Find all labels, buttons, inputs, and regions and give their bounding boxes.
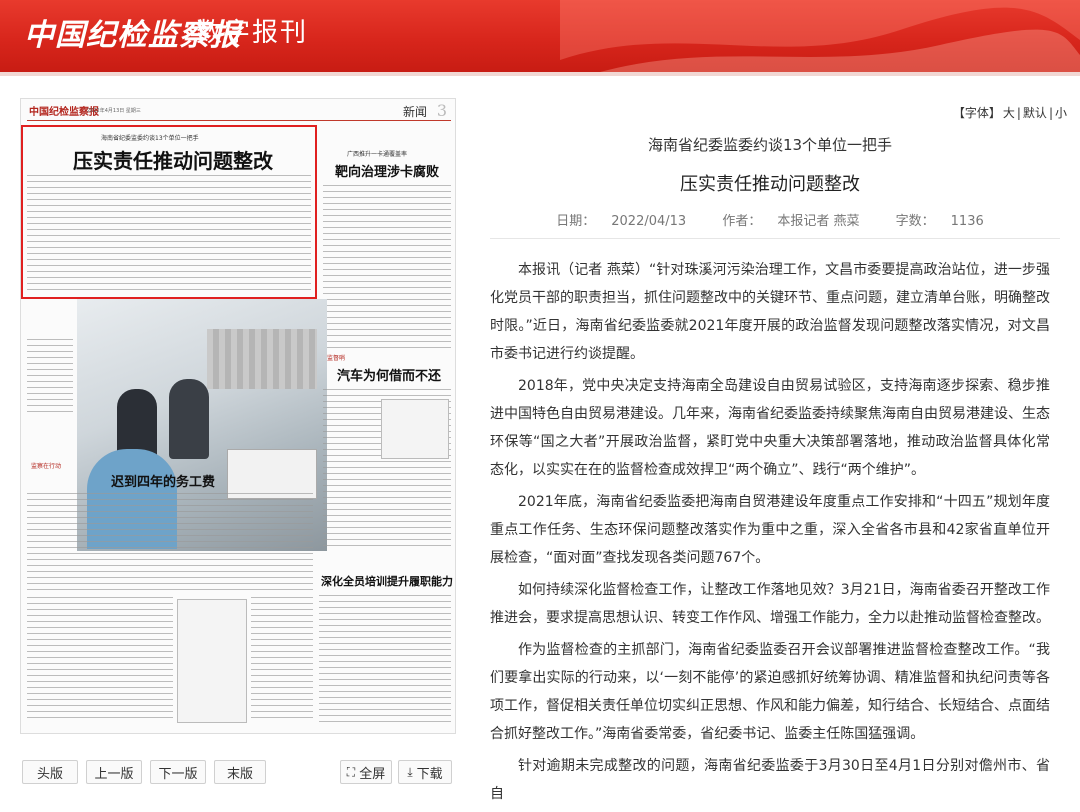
lead-story-title: 压实责任推动问题整改 (73, 149, 273, 173)
font-size-selector: 【字体】大 | 默认 | 小 (952, 106, 1067, 120)
font-size-label: 【字体】 (952, 106, 1001, 120)
last-page-button[interactable]: 末版 (214, 760, 266, 784)
article-author: 作者： 本报记者 燕菜 (722, 214, 860, 229)
header-underline (0, 72, 1080, 76)
article-paragraph: 针对逾期未完成整改的问题，海南省纪委监委于3月30日至4月1日分别对儋州市、省自 (490, 758, 1050, 802)
font-size-large[interactable]: 大 (1003, 106, 1015, 120)
story4-column: 监察在行动 (31, 463, 62, 470)
header-wave-decoration (560, 0, 1080, 72)
story3-sidebar (381, 399, 449, 459)
page-number: 3 (436, 101, 447, 120)
font-size-small[interactable]: 小 (1055, 106, 1067, 120)
story4-sidebar (177, 599, 247, 723)
story5-text (319, 595, 451, 723)
page-section: 新闻 (402, 105, 427, 119)
story4-title[interactable]: 迟到四年的务工费 (111, 471, 215, 490)
fullscreen-button[interactable]: ⛶ 全屏 (340, 760, 392, 784)
newspaper-page[interactable]: 中国纪检监察报 2022年4月13日 星期三 新闻 3 海南省纪委监委约谈13个… (20, 98, 456, 734)
first-page-button[interactable]: 头版 (22, 760, 78, 784)
download-button[interactable]: ⤓ 下载 (398, 760, 452, 784)
story4-text (27, 493, 313, 593)
lead-story-text (27, 175, 311, 293)
story2-title[interactable]: 靶向治理涉卡腐败 (335, 161, 439, 180)
page-masthead: 中国纪检监察报 2022年4月13日 星期三 新闻 3 (27, 101, 451, 121)
site-header: 中国纪检监察报 数字报刊 (0, 0, 1080, 72)
story3-title[interactable]: 汽车为何借而不还 (337, 365, 441, 384)
brand-subtitle: 数字报刊 (196, 18, 309, 48)
article-paragraph: 作为监督检查的主抓部门，海南省纪委监委召开会议部署推进监督检查整改工作。“我们要… (490, 642, 1050, 742)
page-date: 2022年4月13日 星期三 (87, 108, 141, 114)
article-paragraph: 本报讯（记者 燕菜）“针对珠溪河污染治理工作，文昌市委要提高政治站位，进一步强化… (490, 262, 1050, 362)
photo-machine-bg (207, 329, 317, 389)
article-paragraph: 2021年底，海南省纪委监委把海南自贸港建设年度重点工作安排和“十四五”规划年度… (490, 494, 1050, 566)
article-meta: 日期： 2022/04/13 作者： 本报记者 燕菜 字数： 1136 (490, 210, 1050, 229)
photo-caption-text (27, 339, 73, 413)
prev-page-button[interactable]: 上一版 (86, 760, 142, 784)
photo-person (169, 379, 209, 459)
fullscreen-icon: ⛶ (346, 764, 356, 779)
article-divider (490, 238, 1060, 239)
article-subtitle: 海南省纪委监委约谈13个单位一把手 (647, 136, 893, 154)
article-date: 日期： 2022/04/13 (556, 214, 687, 229)
article-body: 本报讯（记者 燕菜）“针对珠溪河污染治理工作，文昌市委要提高政治站位，进一步强化… (490, 256, 1050, 812)
font-size-default[interactable]: 默认 (1023, 106, 1047, 120)
lead-story-subtitle: 海南省纪委监委约谈13个单位一把手 (101, 135, 199, 142)
article-word-count: 字数： 1136 (895, 214, 984, 229)
article-paragraph: 如何持续深化监督检查工作，让整改工作落地见效？3月21日，海南省委召开整改工作推… (490, 582, 1050, 626)
story4-text-cont (27, 597, 173, 723)
story2-kicker: 广西推升一卡通覆盖率 (347, 151, 408, 158)
story5-title[interactable]: 深化全员培训提升履职能力 (321, 573, 453, 589)
download-icon: ⤓ (407, 764, 413, 779)
article-paragraph: 2018年，党中央决定支持海南全岛建设自由贸易试验区，支持海南逐步探索、稳步推进… (490, 378, 1050, 478)
story3-column: 监督哨 (327, 355, 346, 362)
article-title: 压实责任推动问题整改 (680, 174, 860, 195)
next-page-button[interactable]: 下一版 (150, 760, 206, 784)
photo-equipment (227, 449, 317, 499)
story4-text-cont2 (251, 597, 313, 723)
story2-text (323, 185, 451, 351)
